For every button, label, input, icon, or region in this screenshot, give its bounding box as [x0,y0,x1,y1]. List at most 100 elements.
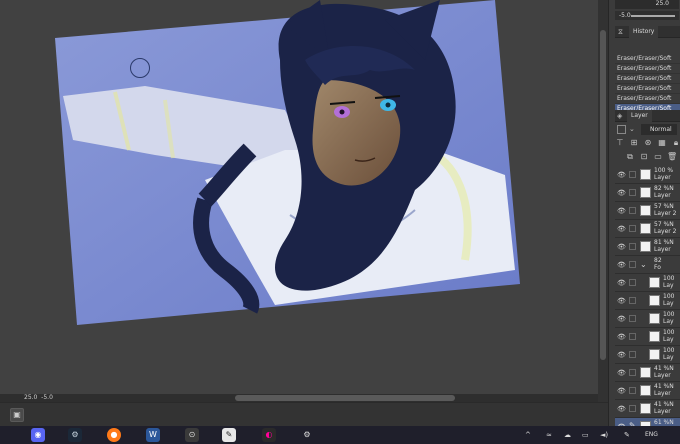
angle-slider[interactable]: -5.0 [615,11,679,20]
zoom-readout[interactable]: 25.0 -5.0 [24,394,53,402]
layer-name: Lay [663,336,674,343]
layer-stack-icon: ◈ [617,112,623,120]
clip-studio-icon[interactable]: ✎ [222,428,236,442]
chevron-down-icon[interactable]: ⌄ [629,125,635,133]
vertical-scrollbar[interactable] [598,0,608,402]
layer-name: Layer [654,246,671,253]
volume-icon[interactable]: ◄) [600,429,608,441]
layer-row[interactable]: 👁︎ 100 Lay [615,274,680,292]
tab-layer[interactable]: Layer [627,110,652,122]
eye-icon[interactable]: 👁︎ [617,369,626,377]
layer-row[interactable]: 👁︎ 41 %N Layer [615,400,680,418]
history-item[interactable]: Eraser/Eraser/Soft [615,54,680,64]
artwork-canvas[interactable] [55,0,525,325]
top-value-slider[interactable]: 25.0 [615,0,679,9]
language-indicator[interactable]: ENG [645,429,658,441]
eye-icon[interactable]: 👁︎ [617,225,626,233]
layer-lock-checkbox[interactable] [629,171,636,178]
history-item[interactable]: Eraser/Eraser/Soft [615,64,680,74]
eye-icon[interactable]: 👁︎ [617,279,626,287]
layer-lock-checkbox[interactable] [629,243,636,250]
horizontal-scrollbar[interactable] [235,395,455,401]
history-item[interactable]: Eraser/Eraser/Soft [615,74,680,84]
layer-lock-checkbox[interactable] [629,405,636,412]
blend-mode-select[interactable]: Normal [641,124,677,135]
layer-color-swatch[interactable] [617,125,626,134]
eye-icon[interactable]: 👁︎ [617,297,626,305]
layer-row[interactable]: 👁︎ 81 %N Layer [615,238,680,256]
layer-name: Layer [654,174,671,181]
eye-icon[interactable]: 👁︎ [617,405,626,413]
tab-history[interactable]: History [629,26,659,38]
layer-lock-checkbox[interactable] [629,297,636,304]
chevron-up-icon[interactable]: ^ [525,429,531,441]
layer-lock-checkbox[interactable] [629,189,636,196]
layer-lock-checkbox[interactable] [629,315,636,322]
eye-icon[interactable]: 👁︎ [617,333,626,341]
layer-row[interactable]: 👁︎ 41 %N Layer [615,382,680,400]
layer-row[interactable]: 👁︎ 41 %N Layer [615,364,680,382]
eye-icon[interactable]: 👁︎ [617,243,626,251]
layer-row[interactable]: 👁︎ 100 Lay [615,292,680,310]
layer-row[interactable]: 👁︎✎61 %NLayer [615,418,680,426]
reference-icon[interactable]: ⊛ [643,138,653,148]
layer-lock-checkbox[interactable] [629,333,636,340]
layer-row[interactable]: 👁︎ 100 Lay [615,328,680,346]
clip-icon[interactable]: ⊞ [629,138,639,148]
lock-icon[interactable]: 🔒︎ [671,138,680,148]
wifi-icon[interactable]: ≈ [546,429,552,441]
layer-row[interactable]: 👁︎ 57 %N Layer 2 [615,220,680,238]
layer-name: Lay [663,354,674,361]
cloud-icon[interactable]: ☁ [564,429,571,441]
layer-lock-checkbox[interactable] [629,207,636,214]
new-vector-layer-icon[interactable]: ⊡ [639,152,649,162]
eye-icon[interactable]: 👁︎ [617,171,626,179]
layer-list: 👁︎ 100 % Layer 👁︎ 82 %N Layer 👁︎ 57 %N Layer 2 👁︎… [615,166,680,426]
layer-lock-checkbox[interactable] [629,225,636,232]
new-folder-icon[interactable]: ▭ [653,152,663,162]
firefox-icon[interactable]: ● [107,428,121,442]
top-value: 25.0 [655,0,669,7]
history-item[interactable]: Eraser/Eraser/Soft [615,84,680,94]
eye-icon[interactable]: 👁︎ [617,315,626,323]
eye-icon[interactable]: 👁︎ [617,189,626,197]
pen-icon[interactable]: ✎ [624,429,630,441]
steam-icon[interactable]: ⚙ [68,428,82,442]
navigator-button[interactable]: ▣ [10,408,24,422]
eye-icon[interactable]: 👁︎ [617,261,626,269]
eye-icon[interactable]: 👁︎ [617,387,626,395]
layer-name: Lay [663,318,674,325]
layer-thumbnail [649,331,660,342]
layer-lock-checkbox[interactable] [629,387,636,394]
layer-lock-checkbox[interactable] [629,261,636,268]
layer-row[interactable]: 👁︎ 100 Lay [615,310,680,328]
battery-icon[interactable]: ▭ [582,429,589,441]
layer-lock-checkbox[interactable] [629,351,636,358]
layer-thumbnail [640,169,651,180]
canvas-area[interactable] [0,0,598,395]
eye-icon[interactable]: 👁︎ [617,351,626,359]
settings-icon[interactable]: ⚙ [300,428,314,442]
eye-icon[interactable]: 👁︎ [617,207,626,215]
paint-icon[interactable]: ◐ [262,428,276,442]
layer-row[interactable]: 👁︎ 57 %N Layer 2 [615,202,680,220]
layer-name: Layer 2 [654,228,677,235]
lock-alpha-icon[interactable]: ▦ [657,138,667,148]
word-icon[interactable]: W [146,428,160,442]
discord-icon[interactable]: ◉ [31,428,45,442]
delete-layer-icon[interactable]: 🗑︎ [667,152,677,162]
layer-row[interactable]: 👁︎ ⌄ 82 Fo [615,256,680,274]
layer-lock-checkbox[interactable] [629,279,636,286]
pin-icon[interactable]: ⊤ [615,138,625,148]
new-raster-layer-icon[interactable]: ⧉ [625,152,635,162]
brush-cursor [130,58,150,78]
layer-row[interactable]: 👁︎ 100 % Layer [615,166,680,184]
vertical-scroll-thumb[interactable] [600,30,606,360]
app-icon[interactable]: ⊙ [185,428,199,442]
layer-lock-checkbox[interactable] [629,369,636,376]
layer-row[interactable]: 👁︎ 82 %N Layer [615,184,680,202]
layer-thumbnail [640,385,651,396]
layer-row[interactable]: 👁︎ 100 Lay [615,346,680,364]
layer-name: Lay [663,282,674,289]
history-item[interactable]: Eraser/Eraser/Soft [615,94,680,104]
